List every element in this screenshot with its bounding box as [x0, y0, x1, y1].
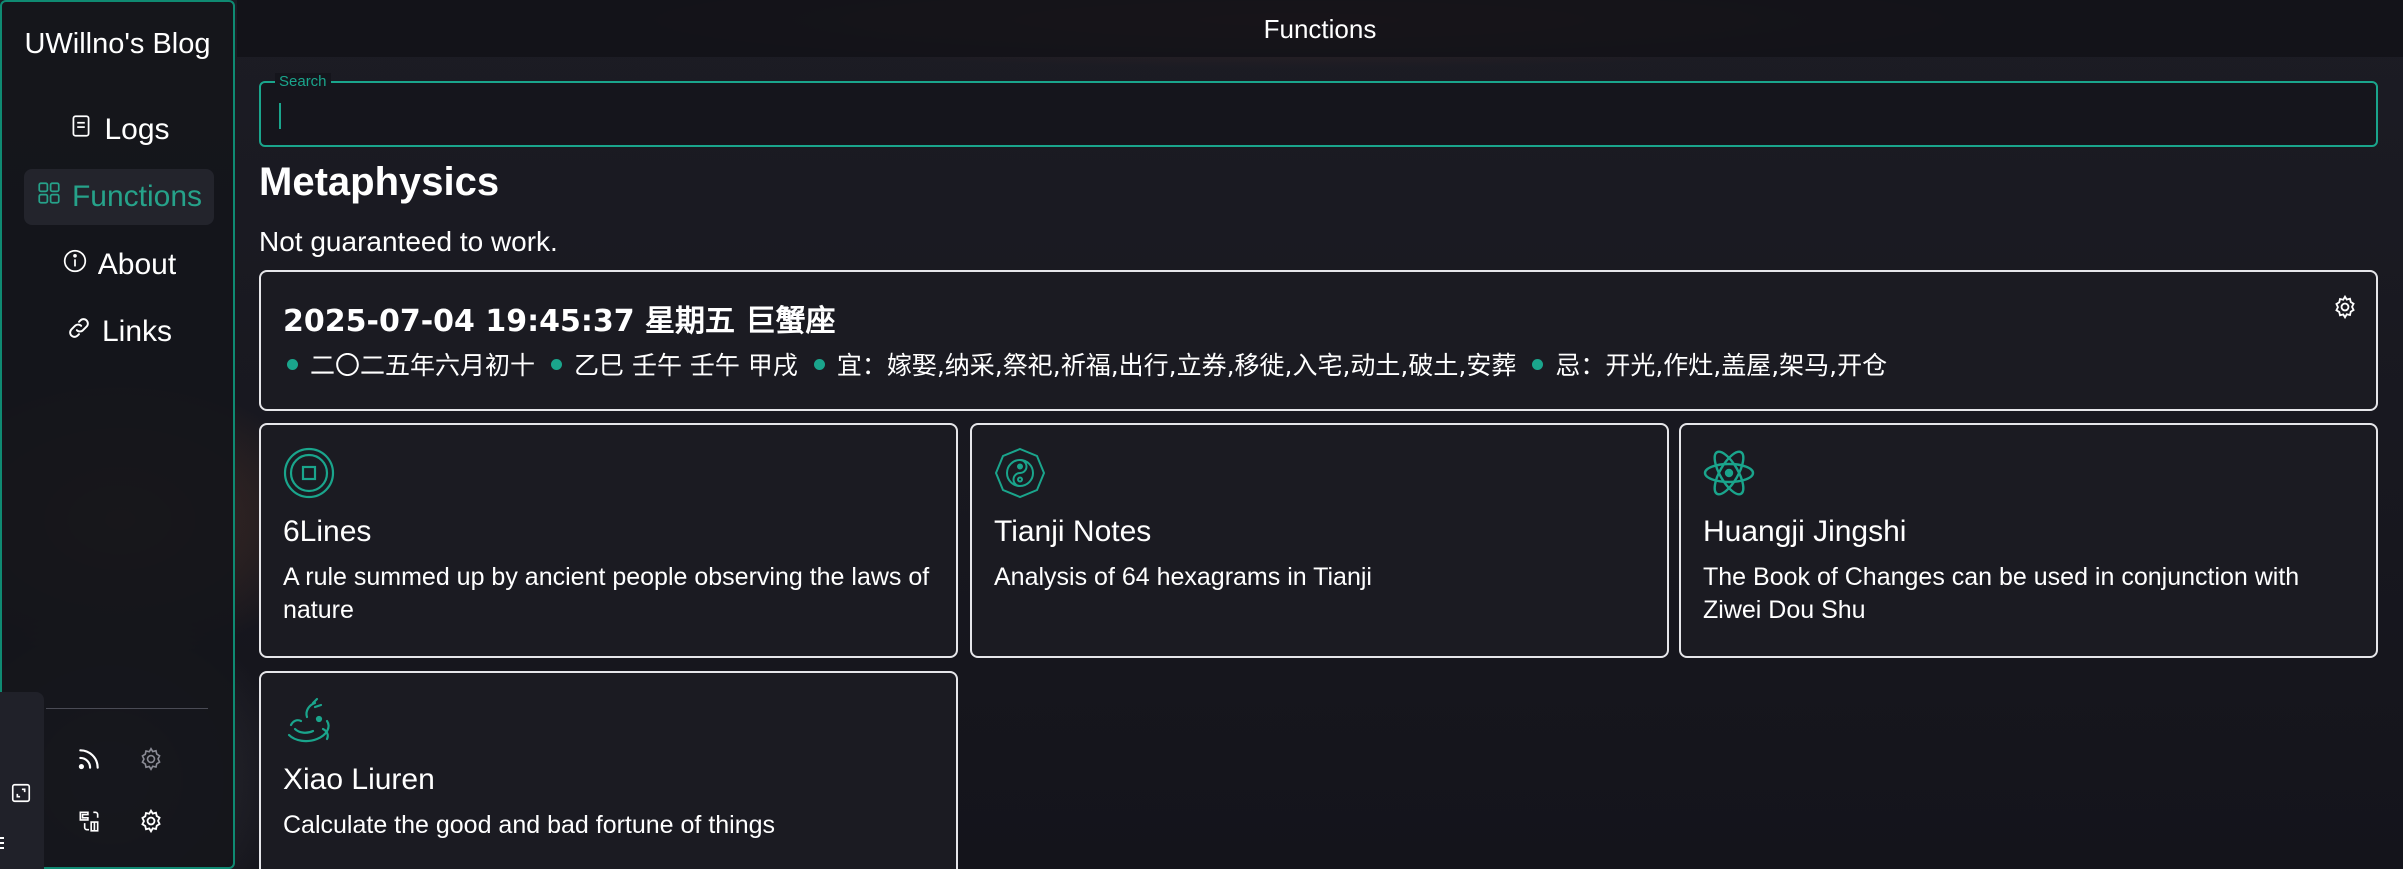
- bagua-icon: [994, 447, 1046, 499]
- function-description: A rule summed up by ancient people obser…: [283, 563, 930, 624]
- atom-icon: [1703, 447, 1755, 499]
- expand-icon[interactable]: [10, 782, 32, 804]
- dragon-icon: [283, 695, 335, 747]
- section-title: Metaphysics: [259, 160, 500, 204]
- function-card-6lines[interactable]: 6Lines A rule summed up by ancient peopl…: [259, 423, 958, 658]
- search-field[interactable]: Search: [259, 73, 2378, 147]
- function-card-huangji-jingshi[interactable]: Huangji Jingshi The Book of Changes can …: [1679, 423, 2378, 658]
- function-description: Calculate the good and bad fortune of th…: [283, 811, 776, 839]
- sidebar-item-logs[interactable]: Logs: [24, 102, 214, 158]
- sidebar-item-links[interactable]: Links: [24, 304, 214, 360]
- rss-icon[interactable]: [74, 744, 104, 774]
- function-card-tianji-notes[interactable]: Tianji Notes Analysis of 64 hexagrams in…: [970, 423, 1669, 658]
- function-name: 6Lines: [283, 515, 372, 548]
- bullet-dot: [813, 358, 825, 370]
- info-icon: [62, 248, 88, 282]
- calendar-details: 二〇二五年六月初十 乙巳 壬午 壬午 甲戌 宜：嫁娶,纳采,祭祀,祈福,出行,立…: [283, 346, 1887, 382]
- bullet-dot: [1532, 358, 1544, 370]
- search-label: Search: [275, 73, 331, 90]
- calendar-datetime: 2025-07-04 19:45:37 星期五 巨蟹座: [283, 304, 836, 339]
- link-icon: [66, 315, 92, 349]
- text-cursor: [279, 103, 281, 129]
- sidebar-item-label: About: [97, 248, 177, 281]
- page-title: Functions: [1263, 14, 1377, 44]
- search-input[interactable]: [275, 97, 2355, 133]
- sidebar-item-label: Links: [101, 315, 173, 348]
- translate-icon[interactable]: [74, 806, 104, 836]
- gear-icon[interactable]: [2332, 294, 2358, 320]
- menu-icon[interactable]: [0, 836, 8, 850]
- inauspicious-list: 忌：开光,作灶,盖屋,架马,开仓: [1555, 351, 1888, 380]
- sidebar-item-label: Functions: [71, 180, 203, 213]
- calendar-card: 2025-07-04 19:45:37 星期五 巨蟹座 二〇二五年六月初十 乙巳…: [259, 270, 2378, 411]
- section-subtitle: Not guaranteed to work.: [259, 226, 558, 257]
- auspicious-list: 宜：嫁娶,纳采,祭祀,祈福,出行,立券,移徙,入宅,动土,破土,安葬: [836, 351, 1517, 380]
- function-card-xiao-liuren[interactable]: Xiao Liuren Calculate the good and bad f…: [259, 671, 958, 869]
- gear-icon[interactable]: [136, 744, 166, 774]
- function-name: Tianji Notes: [994, 515, 1152, 548]
- function-name: Xiao Liuren: [283, 763, 435, 796]
- bullet-dot: [551, 358, 563, 370]
- sidebar-item-label: Logs: [104, 113, 170, 146]
- grid-icon: [36, 180, 62, 214]
- function-description: The Book of Changes can be used in conju…: [1703, 563, 2300, 624]
- coin-icon: [283, 447, 335, 499]
- sidebar-divider: [46, 708, 208, 709]
- sidebar-item-functions[interactable]: Functions: [24, 169, 214, 225]
- ganzhi: 乙巳 壬午 壬午 甲戌: [574, 351, 798, 380]
- function-name: Huangji Jingshi: [1703, 515, 1907, 548]
- bullet-dot: [287, 358, 298, 370]
- document-icon: [68, 113, 94, 147]
- function-description: Analysis of 64 hexagrams in Tianji: [994, 563, 1372, 591]
- settings-badge-icon[interactable]: [136, 806, 166, 836]
- blog-title[interactable]: UWillno's Blog: [2, 28, 233, 61]
- top-bar: Functions: [237, 0, 2403, 57]
- lunar-date: 二〇二五年六月初十: [310, 351, 536, 380]
- sidebar-item-about[interactable]: About: [24, 237, 214, 293]
